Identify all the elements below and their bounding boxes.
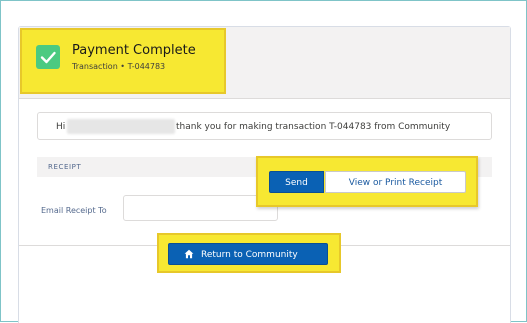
header-highlight: Payment Complete Transaction • T-044783 bbox=[20, 28, 226, 94]
return-button-highlight: Return to Community bbox=[157, 233, 341, 273]
greeting-text: Hi bbox=[56, 122, 66, 132]
home-icon bbox=[184, 249, 194, 259]
return-to-community-button[interactable]: Return to Community bbox=[168, 243, 328, 265]
message-text: thank you for making transaction T-04478… bbox=[176, 122, 451, 132]
card-header: Payment Complete Transaction • T-044783 bbox=[19, 27, 510, 99]
page-title: Payment Complete bbox=[72, 43, 196, 58]
redacted-name bbox=[67, 119, 175, 134]
check-icon bbox=[36, 45, 60, 69]
email-receipt-input[interactable] bbox=[123, 195, 278, 221]
transaction-subtitle: Transaction • T-044783 bbox=[72, 62, 166, 71]
send-button[interactable]: Send bbox=[269, 171, 324, 193]
view-print-receipt-button[interactable]: View or Print Receipt bbox=[325, 171, 466, 193]
receipt-buttons-highlight: Send View or Print Receipt bbox=[256, 156, 478, 207]
return-button-label: Return to Community bbox=[201, 250, 298, 260]
thank-you-message: Hi thank you for making transaction T-04… bbox=[37, 112, 492, 140]
page-frame: Payment Complete Transaction • T-044783 … bbox=[0, 0, 527, 323]
receipt-section-label: RECEIPT bbox=[48, 163, 82, 171]
email-receipt-label: Email Receipt To bbox=[41, 206, 107, 215]
